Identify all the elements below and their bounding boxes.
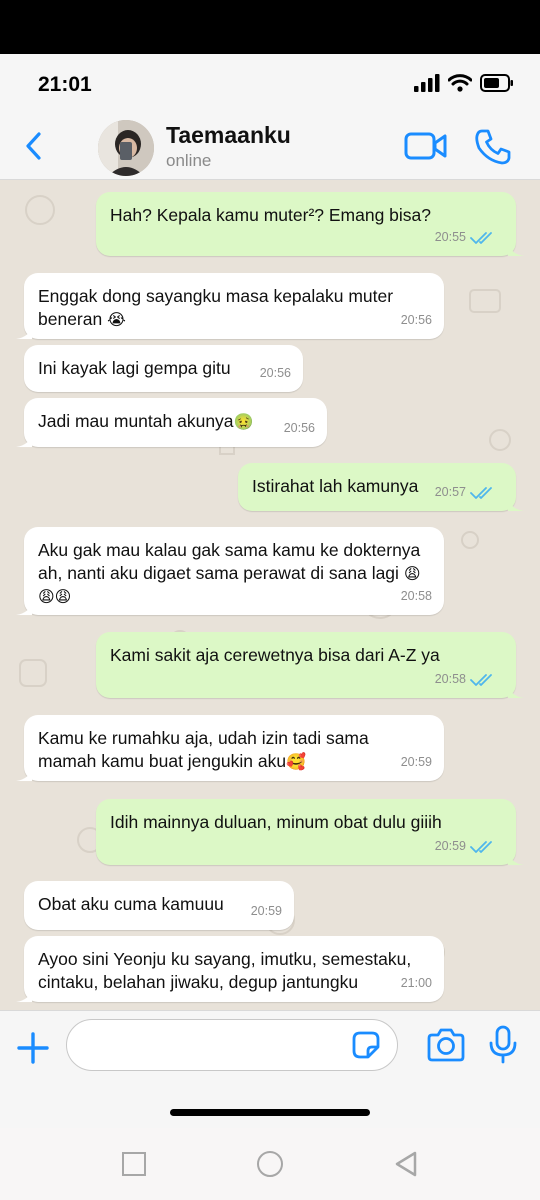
message-meta: 20:56 bbox=[284, 417, 315, 440]
message-text: Jadi mau muntah akunya bbox=[38, 411, 234, 431]
bubble-tail bbox=[16, 601, 32, 615]
triangle-back-icon bbox=[395, 1151, 417, 1177]
status-icons bbox=[414, 74, 514, 92]
home-button[interactable] bbox=[257, 1151, 283, 1177]
message-time: 20:59 bbox=[434, 839, 466, 853]
home-indicator[interactable] bbox=[170, 1109, 370, 1116]
message-text: Istirahat lah kamunya bbox=[252, 476, 419, 496]
message-meta: 20:58 bbox=[435, 668, 498, 691]
status-bar: 21:01 bbox=[0, 54, 540, 114]
message-bubble-incoming[interactable]: Ini kayak lagi gempa gitu 20:56 bbox=[24, 345, 303, 392]
double-check-read-icon bbox=[470, 673, 492, 686]
camera-icon bbox=[427, 1028, 465, 1062]
video-call-button[interactable] bbox=[404, 130, 448, 162]
message-time: 20:59 bbox=[400, 755, 432, 769]
double-check-read-icon bbox=[470, 840, 492, 853]
battery-icon bbox=[480, 74, 513, 92]
bubble-tail bbox=[508, 851, 524, 865]
message-time: 20:58 bbox=[400, 589, 432, 603]
chevron-left-icon bbox=[26, 132, 41, 160]
message-time: 20:59 bbox=[250, 904, 282, 918]
message-meta: 20:56 bbox=[260, 362, 291, 385]
message-bubble-incoming[interactable]: Aku gak mau kalau gak sama kamu ke dokte… bbox=[16, 527, 444, 615]
message-composer bbox=[0, 1010, 540, 1128]
message-bubble-outgoing[interactable]: Istirahat lah kamunya 20:57 bbox=[238, 463, 524, 511]
sticker-icon bbox=[352, 1031, 380, 1059]
message-bubble-incoming[interactable]: Ayoo sini Yeonju ku sayang, imutku, seme… bbox=[16, 936, 444, 1002]
avatar[interactable] bbox=[98, 120, 154, 176]
message-bubble-outgoing[interactable]: Kami sakit aja cerewetnya bisa dari A-Z … bbox=[96, 632, 524, 698]
phone-icon bbox=[475, 129, 511, 165]
message-text: Obat aku cuma kamuuu bbox=[38, 894, 224, 914]
message-meta: 20:57 bbox=[435, 481, 498, 504]
bubble-tail bbox=[16, 767, 32, 781]
sticker-button[interactable] bbox=[350, 1029, 382, 1061]
message-time: 20:56 bbox=[259, 366, 291, 380]
recent-apps-button[interactable] bbox=[122, 1152, 146, 1176]
message-text: Ini kayak lagi gempa gitu bbox=[38, 358, 231, 378]
bubble-tail bbox=[508, 684, 524, 698]
message-time: 20:57 bbox=[434, 485, 466, 499]
crying-emoji: 😭 bbox=[107, 310, 126, 329]
message-bubble-incoming[interactable]: Obat aku cuma kamuuu 20:59 bbox=[24, 881, 294, 930]
attach-button[interactable] bbox=[14, 1029, 52, 1067]
message-meta: 21:00 bbox=[401, 972, 432, 995]
message-meta: 20:59 bbox=[401, 751, 432, 774]
microphone-icon bbox=[489, 1025, 517, 1064]
smiling-hearts-emoji: 🥰 bbox=[286, 752, 306, 771]
message-bubble-incoming[interactable]: Kamu ke rumahku aja, udah izin tadi sama… bbox=[16, 715, 444, 781]
system-nav-bar bbox=[0, 1128, 540, 1200]
bubble-tail bbox=[16, 988, 32, 1002]
message-text: Hah? Kepala kamu muter²? Emang bisa? bbox=[110, 205, 432, 225]
chat-area[interactable]: Hah? Kepala kamu muter²? Emang bisa? 20:… bbox=[0, 180, 540, 1010]
message-meta: 20:59 bbox=[251, 900, 282, 923]
bubble-tail bbox=[16, 325, 32, 339]
video-camera-icon bbox=[404, 132, 447, 160]
message-time: 20:55 bbox=[434, 230, 466, 244]
message-bubble-incoming[interactable]: Jadi mau muntah akunya🤢 20:56 bbox=[16, 398, 327, 447]
double-check-read-icon bbox=[470, 231, 492, 244]
bubble-tail bbox=[508, 242, 524, 256]
chat-header: Taemaanku online bbox=[0, 114, 540, 180]
contact-status: online bbox=[166, 151, 212, 170]
message-meta: 20:56 bbox=[401, 309, 432, 332]
back-nav-button[interactable] bbox=[393, 1150, 419, 1178]
contact-name[interactable]: Taemaanku bbox=[166, 122, 291, 149]
camera-button[interactable] bbox=[426, 1027, 466, 1063]
wifi-icon bbox=[448, 74, 472, 92]
message-time: 20:56 bbox=[400, 313, 432, 327]
message-text: Idih mainnya duluan, minum obat dulu gii… bbox=[110, 812, 442, 832]
message-text: Aku gak mau kalau gak sama kamu ke dokte… bbox=[38, 540, 421, 583]
nauseated-emoji: 🤢 bbox=[233, 412, 254, 431]
message-time: 20:56 bbox=[283, 421, 315, 435]
voice-call-button[interactable] bbox=[474, 128, 512, 166]
double-check-read-icon bbox=[470, 486, 492, 499]
plus-icon bbox=[17, 1032, 49, 1064]
message-text: Enggak dong sayangku masa kepalaku muter… bbox=[38, 286, 394, 329]
back-button[interactable] bbox=[18, 128, 48, 164]
message-time: 21:00 bbox=[400, 976, 432, 990]
message-text: Ayoo sini Yeonju ku sayang, imutku, seme… bbox=[38, 949, 412, 992]
message-text: Kami sakit aja cerewetnya bisa dari A-Z … bbox=[110, 645, 440, 665]
bubble-tail bbox=[508, 497, 524, 511]
message-meta: 20:58 bbox=[401, 585, 432, 608]
bubble-tail bbox=[16, 433, 32, 447]
message-bubble-outgoing[interactable]: Hah? Kepala kamu muter²? Emang bisa? 20:… bbox=[96, 192, 524, 256]
status-time: 21:01 bbox=[38, 73, 92, 96]
signal-icon bbox=[414, 74, 440, 92]
avatar-photo-icon bbox=[98, 120, 154, 176]
message-bubble-outgoing[interactable]: Idih mainnya duluan, minum obat dulu gii… bbox=[96, 799, 524, 865]
message-meta: 20:59 bbox=[435, 835, 498, 858]
message-input[interactable] bbox=[66, 1019, 398, 1071]
message-meta: 20:55 bbox=[435, 226, 498, 249]
camera-cutout-area bbox=[0, 0, 540, 54]
microphone-button[interactable] bbox=[488, 1025, 518, 1065]
message-time: 20:58 bbox=[434, 672, 466, 686]
message-text: Kamu ke rumahku aja, udah izin tadi sama… bbox=[38, 728, 369, 771]
message-bubble-incoming[interactable]: Enggak dong sayangku masa kepalaku muter… bbox=[16, 273, 444, 339]
